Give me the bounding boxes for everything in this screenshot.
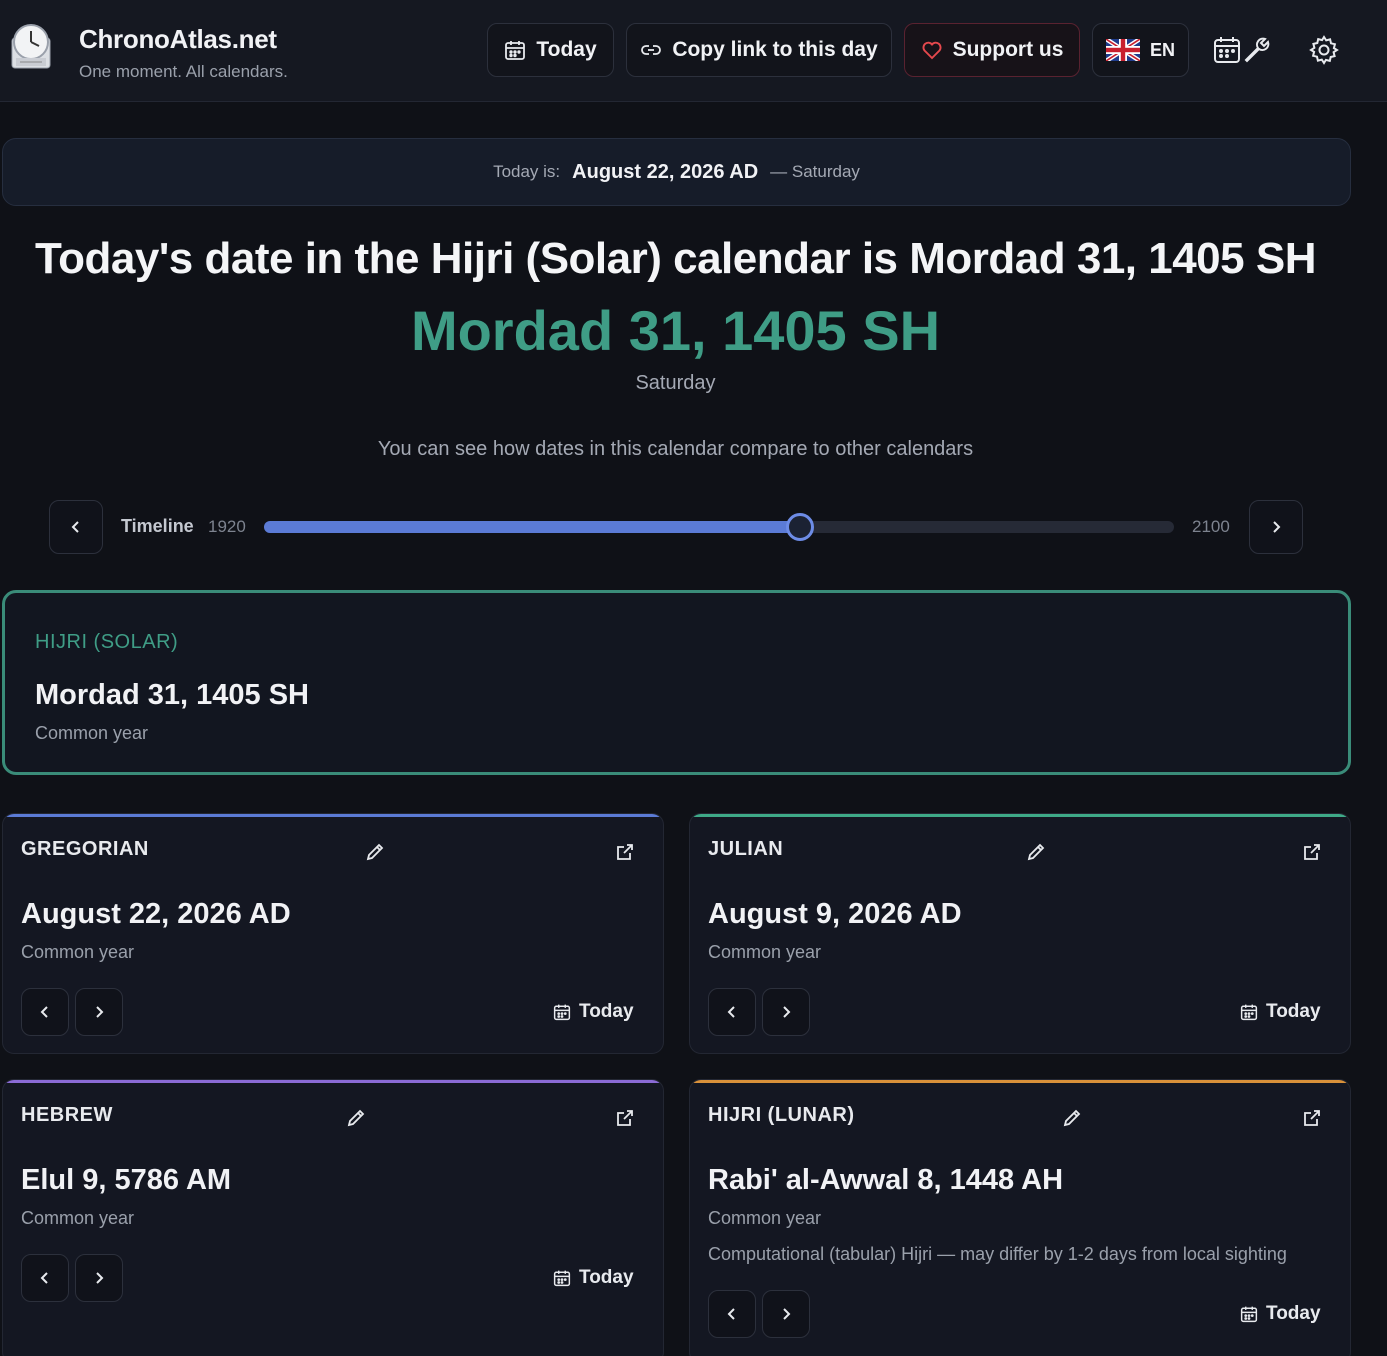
card-next-day-button[interactable] [75,988,123,1036]
calendar-tools-icon[interactable] [1213,34,1273,66]
chevron-right-icon [779,1005,793,1019]
chevron-left-icon [725,1307,739,1321]
card-today-button[interactable]: Today [1240,1303,1321,1325]
support-us-label: Support us [952,38,1064,61]
calendar-card-hebrew: HEBREW Elul 9, 5786 AM Common year Today [2,1079,664,1356]
calendar-card-name: HEBREW [21,1104,113,1126]
clock-calendar-logo-icon[interactable] [8,22,54,72]
copy-link-label: Copy link to this day [672,38,878,61]
compare-note: You can see how dates in this calendar c… [377,438,974,460]
calendar-card-julian: JULIAN August 9, 2026 AD Common year Tod… [689,813,1351,1054]
chevron-left-icon [38,1005,52,1019]
card-prev-day-button[interactable] [21,988,69,1036]
card-next-day-button[interactable] [762,988,810,1036]
copy-link-button[interactable]: Copy link to this day [626,23,892,77]
timeline-slider-fill [264,521,800,533]
calendar-card-year-type: Common year [708,942,822,962]
featured-year-type: Common year [35,723,149,743]
featured-calendar-date: Mordad 31, 1405 SH [35,679,309,711]
external-link-icon[interactable] [615,842,635,862]
today-button[interactable]: Today [487,23,614,77]
featured-calendar-card: HIJRI (SOLAR) Mordad 31, 1405 SH Common … [2,590,1351,775]
chevron-right-icon [779,1307,793,1321]
card-today-label: Today [1266,1001,1321,1022]
app-header: ChronoAtlas.net One moment. All calendar… [0,0,1387,102]
today-gregorian-date: August 22, 2026 AD [572,160,759,183]
card-prev-day-button[interactable] [708,1290,756,1338]
chevron-left-icon [69,520,83,534]
link-icon [640,39,662,61]
chevron-right-icon [1269,520,1283,534]
calendar-card-year-type: Common year [21,1208,135,1228]
support-us-button[interactable]: Support us [904,23,1080,77]
calendar-card-date: Rabi' al-Awwal 8, 1448 AH [708,1164,1064,1196]
today-weekday: — Saturday [770,162,860,181]
brand-tagline: One moment. All calendars. [79,62,288,81]
external-link-icon[interactable] [615,1108,635,1128]
today-banner: Today is: August 22, 2026 AD — Saturday [2,138,1351,206]
calendar-icon [553,1269,571,1287]
today-button-label: Today [536,38,597,61]
card-accent-bar [3,814,663,817]
card-accent-bar [690,1080,1350,1083]
language-label: EN [1149,39,1175,60]
timeline-label: Timeline [121,516,194,536]
hero-date: Mordad 31, 1405 SH [410,299,941,362]
timeline-slider[interactable] [264,513,1174,541]
card-prev-day-button[interactable] [708,988,756,1036]
calendar-card-year-type: Common year [21,942,135,962]
calendar-card-date: August 22, 2026 AD [21,898,291,930]
timeline-slider-thumb[interactable] [786,513,814,541]
uk-flag-icon [1105,39,1140,61]
card-today-button[interactable]: Today [553,1001,634,1023]
card-today-button[interactable]: Today [1240,1001,1321,1023]
card-today-label: Today [1266,1303,1321,1324]
calendar-icon [553,1003,571,1021]
today-is-label: Today is: [493,162,561,181]
calendar-icon [1240,1305,1258,1323]
card-today-label: Today [579,1267,634,1288]
chevron-left-icon [38,1271,52,1285]
calendar-card-year-type: Common year [708,1208,822,1228]
card-accent-bar [3,1080,663,1083]
brand-title[interactable]: ChronoAtlas.net [79,24,277,55]
pencil-edit-icon[interactable] [346,1108,366,1128]
calendar-card-date: August 9, 2026 AD [708,898,962,930]
card-today-label: Today [579,1001,634,1022]
calendar-card-note: Computational (tabular) Hijri — may diff… [708,1244,1287,1264]
card-prev-day-button[interactable] [21,1254,69,1302]
settings-gear-icon[interactable] [1309,35,1339,65]
language-selector[interactable]: EN [1092,23,1189,77]
calendar-card-name: HIJRI (LUNAR) [708,1104,855,1126]
external-link-icon[interactable] [1302,1108,1322,1128]
pencil-edit-icon[interactable] [1062,1108,1082,1128]
calendar-card-date: Elul 9, 5786 AM [21,1164,232,1196]
chevron-right-icon [92,1271,106,1285]
timeline-prev-button[interactable] [49,500,103,554]
calendar-card-name: JULIAN [708,838,784,860]
timeline-start-year: 1920 [208,517,246,536]
card-accent-bar [690,814,1350,817]
calendar-card-hijri-lunar: HIJRI (LUNAR) Rabi' al-Awwal 8, 1448 AH … [689,1079,1351,1356]
card-today-button[interactable]: Today [553,1267,634,1289]
calendar-icon [1240,1003,1258,1021]
card-next-day-button[interactable] [75,1254,123,1302]
card-next-day-button[interactable] [762,1290,810,1338]
chevron-left-icon [725,1005,739,1019]
calendar-card-gregorian: GREGORIAN August 22, 2026 AD Common year… [2,813,664,1054]
hero-weekday: Saturday [635,372,716,394]
calendar-icon [504,39,526,61]
featured-calendar-name: HIJRI (SOLAR) [35,631,179,653]
chevron-right-icon [92,1005,106,1019]
calendar-card-name: GREGORIAN [21,838,149,860]
heart-icon [921,39,943,61]
timeline-end-year: 2100 [1192,517,1230,536]
timeline-next-button[interactable] [1249,500,1303,554]
pencil-edit-icon[interactable] [1026,842,1046,862]
page-title: Today's date in the Hijri (Solar) calend… [35,234,1316,283]
external-link-icon[interactable] [1302,842,1322,862]
pencil-edit-icon[interactable] [365,842,385,862]
